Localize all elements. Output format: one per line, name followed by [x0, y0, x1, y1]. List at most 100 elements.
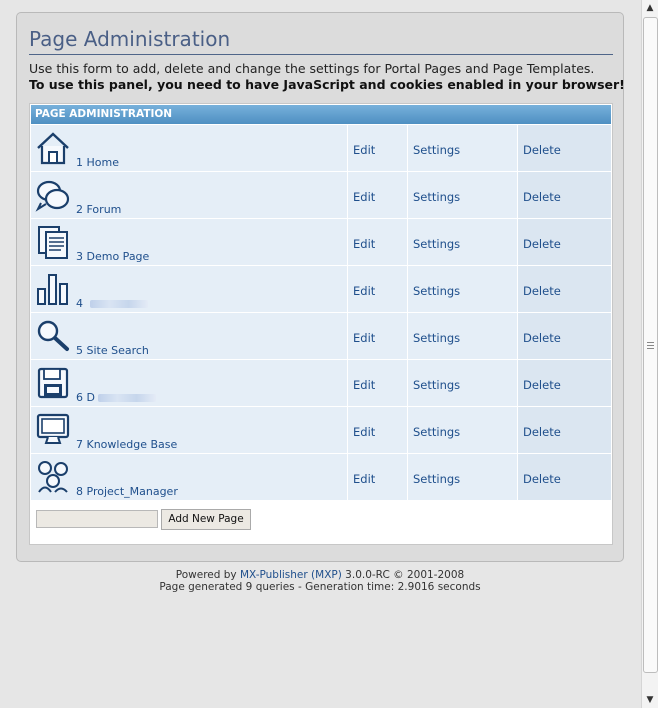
edit-cell: Edit: [348, 360, 407, 406]
powered-by-prefix: Powered by: [175, 569, 237, 581]
page-name-cell: 5 Site Search: [31, 313, 347, 359]
pages-table: PAGE ADMINISTRATION 1 Home Edit Settings D…: [29, 103, 613, 545]
edit-link[interactable]: Edit: [353, 284, 375, 298]
settings-cell: Settings: [408, 407, 517, 453]
delete-cell: Delete: [518, 219, 611, 265]
page-name-label[interactable]: 3 Demo Page: [76, 250, 149, 263]
page-name-label[interactable]: 5 Site Search: [76, 344, 149, 357]
edit-cell: Edit: [348, 125, 407, 171]
delete-cell: Delete: [518, 454, 611, 500]
edit-link[interactable]: Edit: [353, 237, 375, 251]
delete-link[interactable]: Delete: [523, 284, 561, 298]
delete-link[interactable]: Delete: [523, 331, 561, 345]
page-name-cell: 1 Home: [31, 125, 347, 171]
delete-link[interactable]: Delete: [523, 378, 561, 392]
settings-link[interactable]: Settings: [413, 331, 460, 345]
settings-link[interactable]: Settings: [413, 284, 460, 298]
scroll-down-arrow-icon[interactable]: ▼: [642, 692, 658, 708]
edit-cell: Edit: [348, 219, 407, 265]
title-divider: [29, 54, 613, 55]
table-row: 5 Site Search Edit Settings Delete: [31, 313, 611, 359]
table-row: 1 Home Edit Settings Delete: [31, 125, 611, 171]
delete-link[interactable]: Delete: [523, 190, 561, 204]
edit-cell: Edit: [348, 266, 407, 312]
table-row: 4 Edit Settings Delete: [31, 266, 611, 312]
page-name-cell: 4: [31, 266, 347, 312]
floppy-disk-icon: [35, 365, 71, 401]
settings-link[interactable]: Settings: [413, 472, 460, 486]
settings-cell: Settings: [408, 172, 517, 218]
delete-cell: Delete: [518, 407, 611, 453]
add-new-page-button[interactable]: Add New Page: [161, 509, 251, 530]
page-title: Page Administration: [29, 27, 231, 51]
table-row: 6 D Edit Settings Delete: [31, 360, 611, 406]
page-name-label[interactable]: 4: [76, 297, 148, 310]
edit-link[interactable]: Edit: [353, 190, 375, 204]
forum-icon: [35, 177, 71, 213]
delete-link[interactable]: Delete: [523, 472, 561, 486]
edit-cell: Edit: [348, 407, 407, 453]
page-name-cell: 3 Demo Page: [31, 219, 347, 265]
javascript-warning: To use this panel, you need to have Java…: [29, 77, 625, 92]
new-page-input[interactable]: [36, 510, 158, 528]
delete-cell: Delete: [518, 172, 611, 218]
edit-link[interactable]: Edit: [353, 472, 375, 486]
page-name-cell: 2 Forum: [31, 172, 347, 218]
description-text: Use this form to add, delete and change …: [29, 61, 595, 76]
settings-link[interactable]: Settings: [413, 190, 460, 204]
delete-cell: Delete: [518, 313, 611, 359]
page-name-label[interactable]: 6 D: [76, 391, 156, 404]
settings-cell: Settings: [408, 360, 517, 406]
table-row: 2 Forum Edit Settings Delete: [31, 172, 611, 218]
page-name-label[interactable]: 2 Forum: [76, 203, 121, 216]
admin-panel: Page Administration Use this form to add…: [16, 12, 625, 562]
people-icon: [35, 459, 71, 495]
table-row: 3 Demo Page Edit Settings Delete: [31, 219, 611, 265]
page-name-cell: 7 Knowledge Base: [31, 407, 347, 453]
mx-publisher-link[interactable]: MX-Publisher (MXP): [240, 569, 342, 581]
edit-link[interactable]: Edit: [353, 378, 375, 392]
scroll-grip-icon: [647, 342, 654, 350]
table-row: 7 Knowledge Base Edit Settings Delete: [31, 407, 611, 453]
powered-by-line: Powered by MX-Publisher (MXP) 3.0.0-RC ©…: [0, 569, 640, 581]
delete-link[interactable]: Delete: [523, 143, 561, 157]
scroll-up-arrow-icon[interactable]: ▲: [642, 0, 658, 16]
delete-link[interactable]: Delete: [523, 237, 561, 251]
footer: Powered by MX-Publisher (MXP) 3.0.0-RC ©…: [0, 569, 640, 593]
page-name-label[interactable]: 8 Project_Manager: [76, 485, 178, 498]
settings-cell: Settings: [408, 454, 517, 500]
delete-cell: Delete: [518, 360, 611, 406]
edit-cell: Edit: [348, 454, 407, 500]
edit-cell: Edit: [348, 313, 407, 359]
page-name-label[interactable]: 1 Home: [76, 156, 119, 169]
table-row: 8 Project_Manager Edit Settings Delete: [31, 454, 611, 500]
redacted-text: [89, 300, 148, 308]
page-name-cell: 6 D: [31, 360, 347, 406]
settings-cell: Settings: [408, 313, 517, 359]
document-icon: [35, 224, 71, 260]
settings-cell: Settings: [408, 125, 517, 171]
edit-link[interactable]: Edit: [353, 331, 375, 345]
settings-cell: Settings: [408, 266, 517, 312]
page-name-label[interactable]: 7 Knowledge Base: [76, 438, 177, 451]
home-icon: [35, 130, 71, 166]
scroll-thumb[interactable]: [643, 17, 658, 673]
delete-cell: Delete: [518, 266, 611, 312]
edit-link[interactable]: Edit: [353, 425, 375, 439]
page-name-cell: 8 Project_Manager: [31, 454, 347, 500]
statistics-icon: [35, 271, 71, 307]
settings-link[interactable]: Settings: [413, 237, 460, 251]
delete-link[interactable]: Delete: [523, 425, 561, 439]
delete-cell: Delete: [518, 125, 611, 171]
table-header: PAGE ADMINISTRATION: [31, 105, 611, 124]
magnifier-icon: [35, 318, 71, 354]
settings-link[interactable]: Settings: [413, 378, 460, 392]
settings-link[interactable]: Settings: [413, 143, 460, 157]
edit-cell: Edit: [348, 172, 407, 218]
settings-cell: Settings: [408, 219, 517, 265]
monitor-icon: [35, 412, 71, 448]
redacted-text: [97, 394, 156, 402]
vertical-scrollbar[interactable]: ▲ ▼: [641, 0, 658, 708]
settings-link[interactable]: Settings: [413, 425, 460, 439]
edit-link[interactable]: Edit: [353, 143, 375, 157]
